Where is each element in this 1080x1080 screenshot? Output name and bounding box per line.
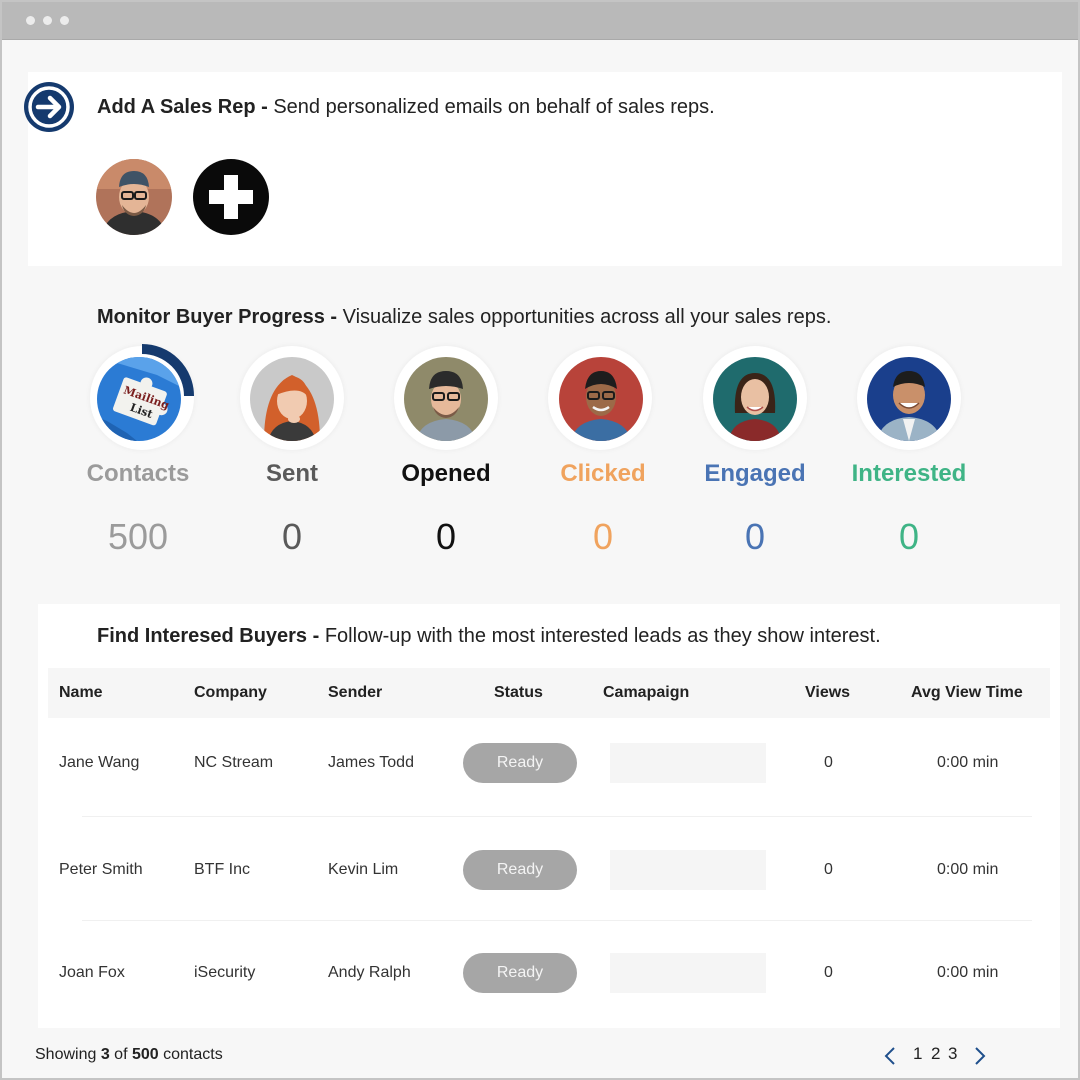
sales-rep-avatar[interactable] — [96, 159, 172, 235]
page-1-link[interactable]: 1 — [913, 1044, 922, 1064]
cell-sender: Andy Ralph — [328, 964, 411, 981]
col-header-sender[interactable]: Sender — [328, 684, 382, 702]
stat-label-contacts: Contacts — [86, 460, 190, 487]
monitor-heading: Monitor Buyer Progress - Visualize sales… — [97, 306, 831, 329]
stat-label-opened: Opened — [401, 460, 491, 487]
showing-text: Showing — [35, 1046, 101, 1063]
arrow-right-icon[interactable] — [24, 82, 74, 132]
cell-name: Jane Wang — [59, 754, 140, 771]
heading-separator: - — [307, 625, 325, 647]
stat-label-clicked: Clicked — [560, 460, 646, 487]
campaign-placeholder — [610, 743, 766, 783]
status-badge[interactable]: Ready — [463, 743, 577, 783]
window-titlebar — [2, 2, 1078, 40]
page-2-link[interactable]: 2 — [931, 1044, 940, 1064]
window-dot — [43, 16, 52, 25]
mailing-list-icon: Mailing List — [97, 357, 181, 441]
cell-views: 0 — [824, 964, 833, 981]
buyers-heading: Find Interesed Buyers - Follow-up with t… — [97, 625, 881, 648]
col-header-views[interactable]: Views — [805, 684, 850, 702]
stat-value-engaged: 0 — [744, 516, 766, 557]
contacts-text: contacts — [158, 1046, 223, 1063]
cell-company: BTF Inc — [194, 861, 251, 878]
buyers-title: Find Interesed Buyers — [97, 625, 308, 647]
heading-separator: - — [324, 306, 343, 328]
col-header-campaign[interactable]: Camapaign — [603, 684, 689, 702]
cell-views: 0 — [824, 861, 833, 878]
page-3-link[interactable]: 3 — [948, 1044, 957, 1064]
stat-label-sent: Sent — [265, 460, 318, 487]
add-rep-button[interactable] — [193, 159, 269, 235]
engaged-avatar — [713, 357, 797, 441]
interested-avatar — [867, 357, 951, 441]
row-divider — [82, 816, 1032, 817]
cell-company: iSecurity — [194, 964, 256, 981]
opened-avatar — [404, 357, 488, 441]
stat-value-interested: 0 — [898, 516, 920, 557]
add-rep-heading: Add A Sales Rep - Send personalized emai… — [97, 96, 715, 119]
status-badge[interactable]: Ready — [463, 953, 577, 993]
chevron-left-icon[interactable] — [883, 1046, 897, 1066]
col-header-status[interactable]: Status — [494, 684, 543, 702]
campaign-placeholder — [610, 850, 766, 890]
cell-views: 0 — [824, 754, 833, 771]
stat-value-sent: 0 — [281, 516, 303, 557]
stat-label-interested: Interested — [851, 460, 967, 487]
total-count: 500 — [131, 1046, 159, 1063]
contacts-count-summary: Showing 3 of 500 contacts — [35, 1046, 223, 1064]
stat-label-engaged: Engaged — [704, 460, 806, 487]
clicked-avatar — [559, 357, 643, 441]
col-header-company[interactable]: Company — [194, 684, 267, 702]
window-dot — [26, 16, 35, 25]
cell-name: Peter Smith — [59, 861, 143, 878]
col-header-name[interactable]: Name — [59, 684, 103, 702]
cell-sender: James Todd — [328, 754, 414, 771]
stat-value-opened: 0 — [435, 516, 457, 557]
stat-value-clicked: 0 — [592, 516, 614, 557]
cell-avg-view-time: 0:00 min — [937, 754, 999, 771]
of-text: of — [109, 1046, 132, 1063]
buyers-subtitle: Follow-up with the most interested leads… — [324, 625, 881, 647]
add-rep-title: Add A Sales Rep — [97, 96, 256, 118]
campaign-placeholder — [610, 953, 766, 993]
heading-separator: - — [255, 96, 274, 118]
cell-avg-view-time: 0:00 min — [937, 964, 999, 981]
cell-company: NC Stream — [194, 754, 274, 771]
add-rep-subtitle: Send personalized emails on behalf of sa… — [273, 96, 715, 118]
cell-name: Joan Fox — [59, 964, 125, 981]
app-window: Add A Sales Rep - Send personalized emai… — [0, 0, 1080, 1080]
row-divider — [82, 920, 1032, 921]
monitor-subtitle: Visualize sales opportunities across all… — [342, 306, 832, 328]
cell-avg-view-time: 0:00 min — [937, 861, 999, 878]
status-badge[interactable]: Ready — [463, 850, 577, 890]
sent-avatar — [250, 357, 334, 441]
window-dot — [60, 16, 69, 25]
plus-icon — [209, 175, 253, 219]
shown-count: 3 — [100, 1046, 110, 1063]
col-header-avg-view-time[interactable]: Avg View Time — [911, 684, 1023, 702]
monitor-title: Monitor Buyer Progress — [97, 306, 325, 328]
stat-value-contacts: 500 — [107, 516, 169, 557]
cell-sender: Kevin Lim — [328, 861, 399, 878]
chevron-right-icon[interactable] — [973, 1046, 987, 1066]
